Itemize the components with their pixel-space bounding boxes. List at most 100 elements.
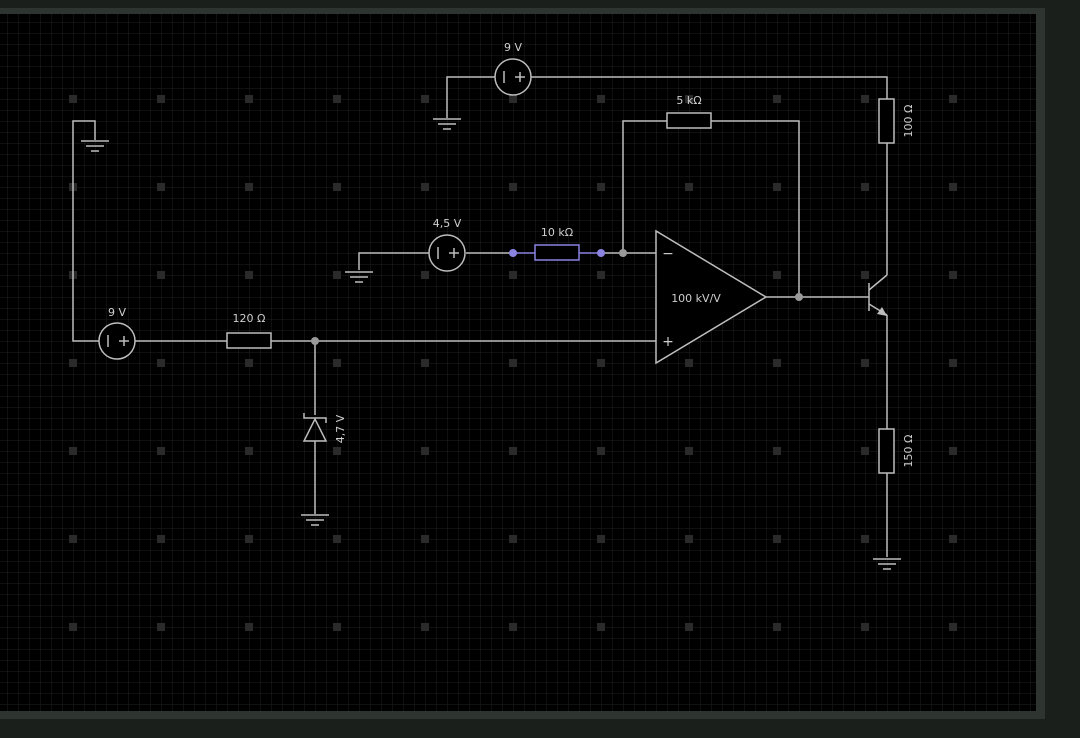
op-amp-plus: + bbox=[662, 334, 674, 350]
junction-dot bbox=[795, 293, 803, 301]
grid-dot bbox=[245, 271, 253, 279]
grid-dot bbox=[861, 95, 869, 103]
grid-dot bbox=[949, 447, 957, 455]
canvas-frame-right-edge bbox=[1036, 8, 1045, 719]
voltage-source-mid[interactable]: 4,5 V bbox=[428, 217, 466, 272]
grid-dot bbox=[773, 447, 781, 455]
op-amp-minus: − bbox=[662, 246, 674, 262]
grid-dot bbox=[245, 447, 253, 455]
grid-dot bbox=[157, 271, 165, 279]
zener-diode-label: 4,7 V bbox=[334, 414, 347, 443]
grid-dot bbox=[245, 183, 253, 191]
grid-dot bbox=[509, 183, 517, 191]
resistor-icon bbox=[878, 98, 895, 144]
circuit-editor: 9 V 9 V 4,5 V 5 kΩ 10 kΩ 120 Ω 100 Ω 150… bbox=[0, 0, 1080, 738]
grid-dot bbox=[69, 359, 77, 367]
grid-dot bbox=[949, 271, 957, 279]
grid-dot bbox=[773, 183, 781, 191]
grid-dot bbox=[157, 95, 165, 103]
grid-dot bbox=[157, 359, 165, 367]
grid-dot bbox=[421, 535, 429, 543]
grid-dot bbox=[245, 535, 253, 543]
grid-dot bbox=[333, 95, 341, 103]
voltage-source-icon bbox=[98, 322, 136, 360]
grid-dot bbox=[509, 447, 517, 455]
grid-dot bbox=[421, 359, 429, 367]
grid-dot bbox=[509, 271, 517, 279]
grid-dot bbox=[949, 359, 957, 367]
voltage-source-icon bbox=[428, 234, 466, 272]
grid-dot bbox=[333, 183, 341, 191]
canvas-frame-bottom-edge bbox=[0, 711, 1045, 719]
grid-dot bbox=[773, 359, 781, 367]
grid-dot bbox=[333, 359, 341, 367]
grid-dot bbox=[597, 535, 605, 543]
schematic-canvas[interactable]: 9 V 9 V 4,5 V 5 kΩ 10 kΩ 120 Ω 100 Ω 150… bbox=[0, 0, 1080, 738]
canvas-frame-top-edge bbox=[0, 8, 1045, 14]
grid-dot bbox=[509, 623, 517, 631]
resistor-icon bbox=[534, 244, 580, 261]
grid-dot bbox=[861, 183, 869, 191]
op-amp-gain-label: 100 kV/V bbox=[671, 292, 721, 305]
junction-dot bbox=[311, 337, 319, 345]
voltage-source-top-label: 9 V bbox=[504, 41, 522, 54]
grid-dot bbox=[69, 535, 77, 543]
resistor-series-label: 120 Ω bbox=[233, 312, 266, 325]
grid-dot bbox=[861, 535, 869, 543]
grid-dot bbox=[685, 535, 693, 543]
grid-dot bbox=[421, 623, 429, 631]
grid-dot bbox=[861, 447, 869, 455]
grid-dot bbox=[597, 359, 605, 367]
grid-dot bbox=[333, 535, 341, 543]
grid-dot bbox=[509, 359, 517, 367]
junction-dot bbox=[619, 249, 627, 257]
grid-dot bbox=[861, 271, 869, 279]
resistor-input-label: 10 kΩ bbox=[541, 226, 573, 239]
voltage-source-icon bbox=[494, 58, 532, 96]
grid-dot bbox=[597, 95, 605, 103]
grid-dot bbox=[421, 447, 429, 455]
grid-dot bbox=[685, 623, 693, 631]
resistor-collector-label: 100 Ω bbox=[902, 105, 915, 138]
canvas-frame-top bbox=[0, 0, 1045, 8]
grid-dot bbox=[333, 447, 341, 455]
grid-dot bbox=[245, 623, 253, 631]
grid-dot bbox=[949, 623, 957, 631]
grid-dot bbox=[597, 271, 605, 279]
grid-dot bbox=[333, 623, 341, 631]
selected-endpoint bbox=[597, 249, 605, 257]
grid-dot bbox=[773, 271, 781, 279]
grid-dot bbox=[421, 95, 429, 103]
grid-dot bbox=[509, 535, 517, 543]
grid-dot bbox=[157, 183, 165, 191]
resistor-icon bbox=[878, 428, 895, 474]
grid-dot bbox=[773, 95, 781, 103]
grid-dot bbox=[685, 183, 693, 191]
selected-endpoint bbox=[509, 249, 517, 257]
grid-dot bbox=[773, 535, 781, 543]
grid-dot bbox=[597, 623, 605, 631]
resistor-feedback-label: 5 kΩ bbox=[676, 94, 701, 107]
grid-dot bbox=[69, 623, 77, 631]
resistor-emitter-label: 150 Ω bbox=[902, 435, 915, 468]
voltage-source-mid-label: 4,5 V bbox=[433, 217, 462, 230]
grid-dot bbox=[861, 623, 869, 631]
grid-dot bbox=[685, 447, 693, 455]
grid-dot bbox=[597, 447, 605, 455]
grid-dot bbox=[421, 271, 429, 279]
grid-dot bbox=[509, 95, 517, 103]
grid-dot bbox=[245, 359, 253, 367]
grid-dot bbox=[773, 623, 781, 631]
resistor-icon bbox=[666, 112, 712, 129]
grid-dot bbox=[333, 271, 341, 279]
grid-dot bbox=[949, 535, 957, 543]
grid-dot bbox=[421, 183, 429, 191]
voltage-source-left-label: 9 V bbox=[108, 306, 126, 319]
grid-dot bbox=[861, 359, 869, 367]
grid-dot bbox=[245, 95, 253, 103]
grid-dot bbox=[949, 95, 957, 103]
grid-dot bbox=[69, 95, 77, 103]
resistor-icon bbox=[226, 332, 272, 349]
grid-dot bbox=[157, 623, 165, 631]
grid-dot bbox=[597, 183, 605, 191]
